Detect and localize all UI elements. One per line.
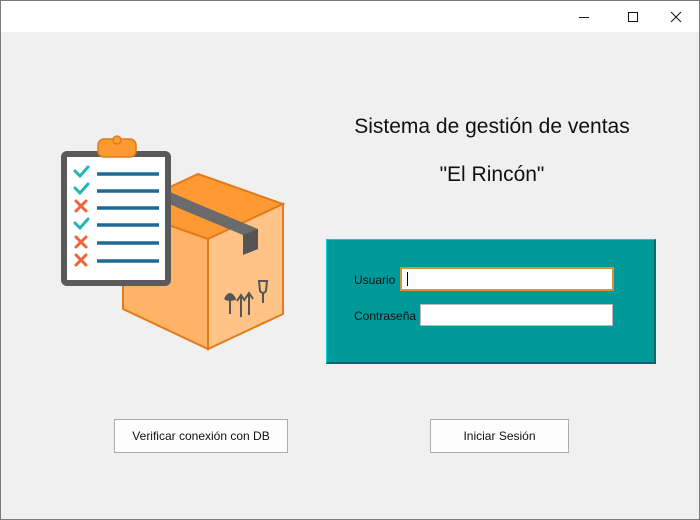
clipboard-checklist-icon <box>61 135 171 286</box>
login-panel: Usuario Contraseña <box>326 239 656 364</box>
maximize-button[interactable] <box>610 1 656 32</box>
close-button[interactable] <box>653 1 699 32</box>
minimize-button[interactable] <box>561 1 607 32</box>
store-name: "El Rincón" <box>439 163 545 186</box>
username-input[interactable] <box>400 267 614 291</box>
maximize-icon <box>628 11 638 22</box>
login-button[interactable]: Iniciar Sesión <box>430 419 569 453</box>
app-title: Sistema de gestión de ventas <box>354 115 630 138</box>
close-icon <box>670 11 682 22</box>
verify-db-button[interactable]: Verificar conexión con DB <box>114 419 288 453</box>
inventory-illustration <box>61 135 286 351</box>
minimize-icon <box>579 16 589 18</box>
login-window: Sistema de gestión de ventas "El Rincón"… <box>0 0 700 520</box>
password-input[interactable] <box>420 304 613 326</box>
password-label: Contraseña <box>354 309 417 323</box>
username-label: Usuario <box>354 273 396 287</box>
title-bar[interactable] <box>1 1 699 32</box>
text-caret <box>407 272 408 286</box>
